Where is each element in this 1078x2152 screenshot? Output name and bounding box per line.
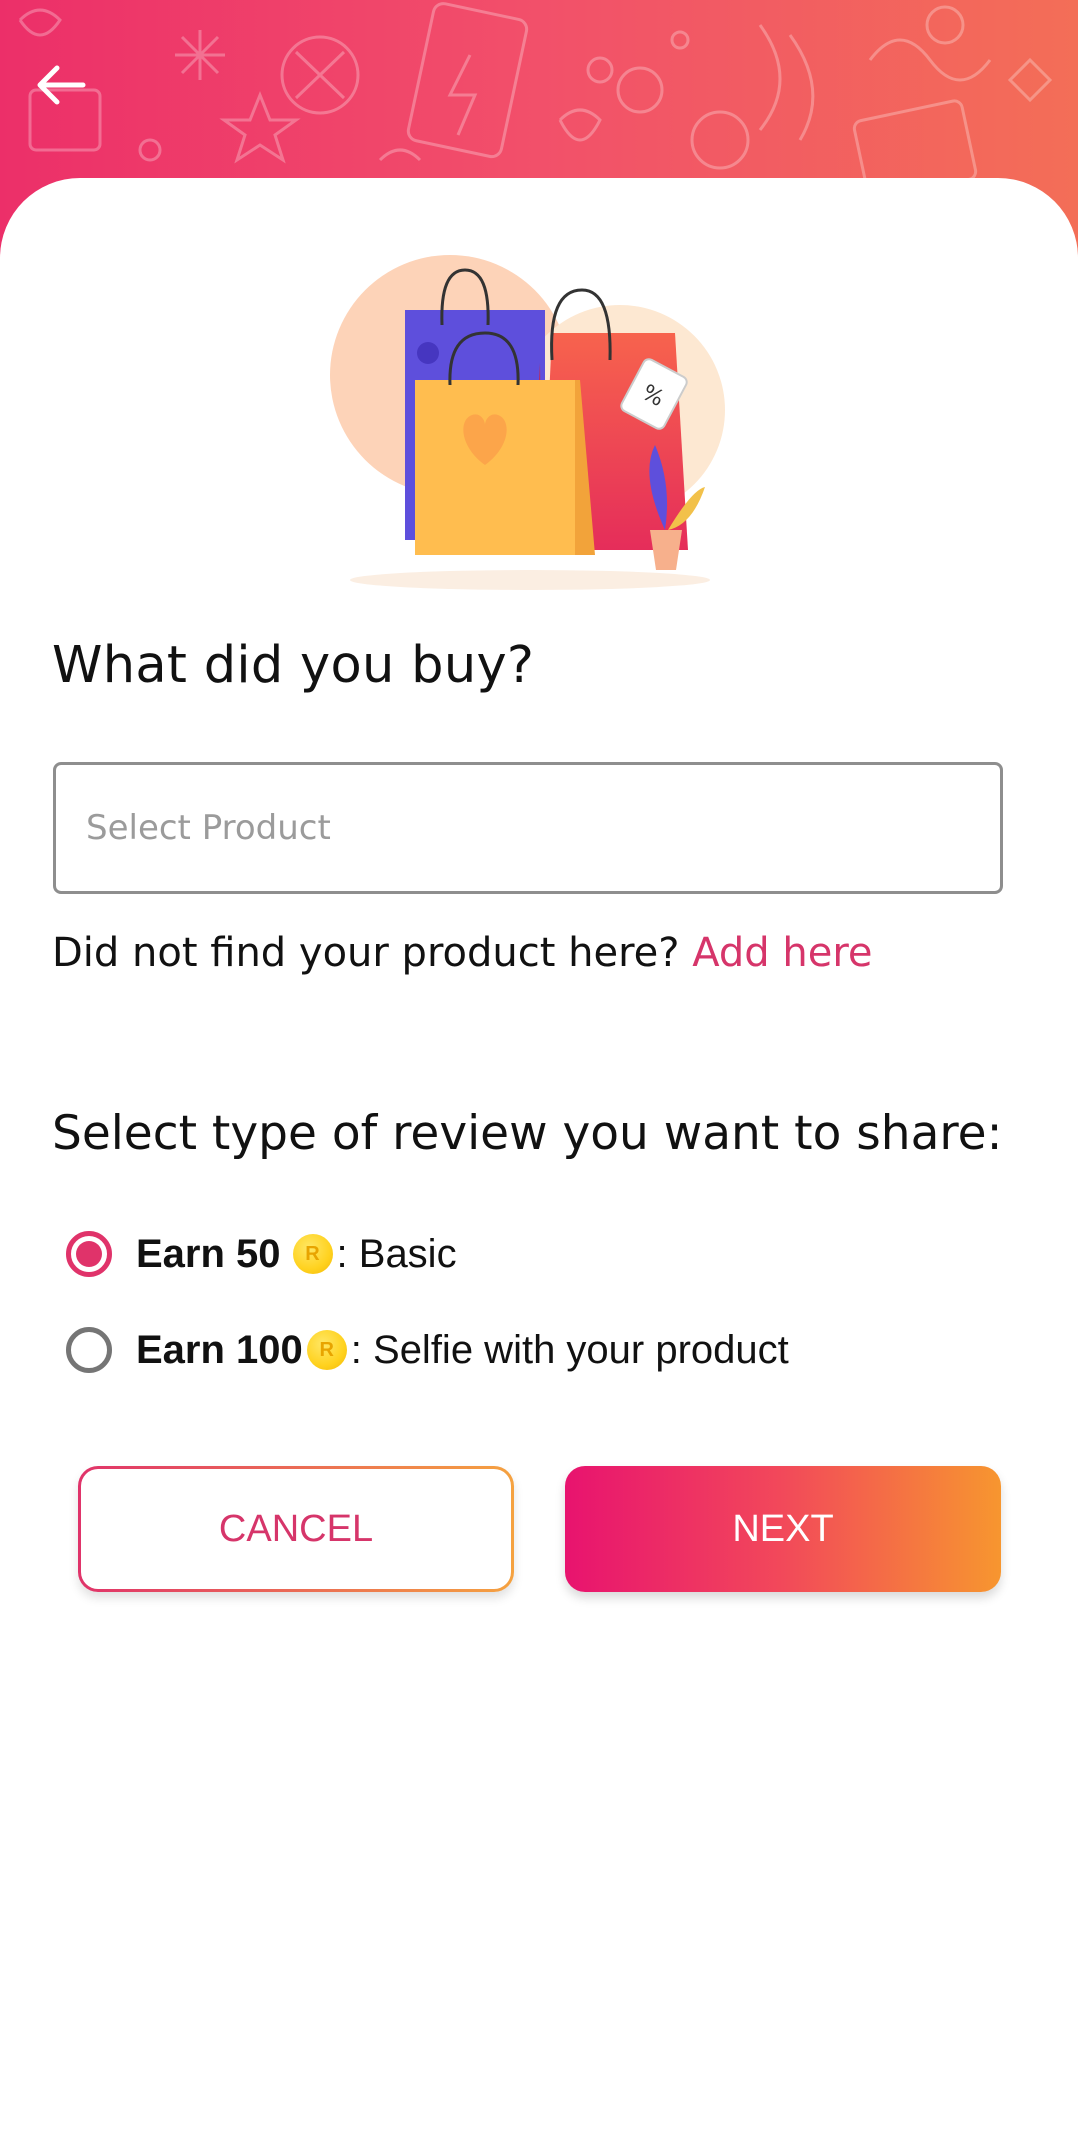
option-description: : Selfie with your product — [350, 1327, 789, 1372]
earn-amount-label: Earn 50 — [136, 1231, 281, 1276]
review-type-heading: Select type of review you want to share: — [52, 1106, 1003, 1161]
add-here-link[interactable]: Add here — [692, 930, 872, 976]
select-product-placeholder: Select Product — [86, 808, 331, 848]
product-not-found-hint: Did not find your product here? Add here — [52, 930, 873, 976]
product-select[interactable]: Select Product — [53, 762, 1003, 894]
reward-coin-icon: R — [306, 1330, 347, 1370]
review-option-selfie[interactable]: Earn 100 R : Selfie with your product — [66, 1320, 789, 1380]
review-option-basic[interactable]: Earn 50 R : Basic — [66, 1224, 457, 1284]
radio-button-selected[interactable] — [66, 1231, 112, 1277]
back-button[interactable] — [26, 50, 96, 120]
not-found-text: Did not find your product here? — [52, 930, 680, 976]
page-question: What did you buy? — [52, 636, 535, 695]
earn-amount-label: Earn 100 — [136, 1327, 303, 1372]
next-button[interactable]: NEXT — [565, 1466, 1001, 1592]
reward-coin-icon: R — [292, 1234, 333, 1274]
shopping-bags-illustration: % — [330, 255, 725, 590]
radio-button-unselected[interactable] — [66, 1327, 112, 1373]
option-description: : Basic — [336, 1231, 457, 1276]
arrow-left-icon — [37, 65, 86, 105]
cancel-button[interactable]: CANCEL — [78, 1466, 514, 1592]
